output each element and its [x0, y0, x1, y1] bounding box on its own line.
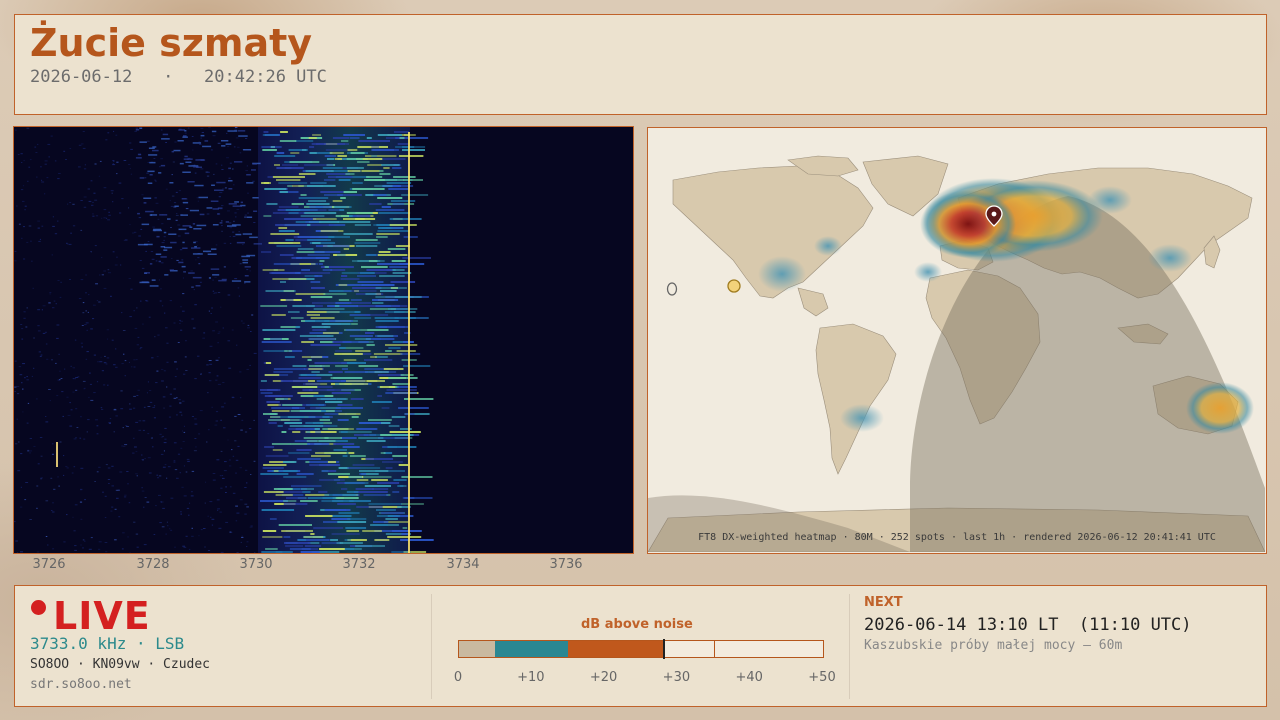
divider: [849, 594, 850, 699]
header-time: 20:42:26 UTC: [204, 67, 327, 87]
freq-tick: 3732: [342, 557, 376, 572]
db-peak-marker: [713, 641, 715, 657]
waterfall-canvas: [14, 127, 633, 553]
footer-panel: LIVE 3733.0 kHz · LSB SO8OO · KN09vw · C…: [14, 585, 1267, 707]
sun-icon: [727, 279, 741, 293]
moon-icon: [666, 282, 678, 296]
live-indicator-icon: [31, 600, 46, 615]
db-tick: +40: [735, 670, 763, 685]
db-tick: +20: [589, 670, 618, 685]
waterfall-display[interactable]: [13, 126, 634, 554]
site-link[interactable]: sdr.so8oo.net: [30, 677, 132, 692]
db-meter-segment: [568, 641, 663, 657]
db-tick: +10: [517, 670, 545, 685]
world-map: [648, 128, 1266, 553]
frequency-axis: 3726 3728 3730 3732 3734 3736: [13, 556, 634, 576]
live-label: LIVE: [53, 594, 151, 638]
next-description: Kaszubskie próby małej mocy — 60m: [864, 638, 1123, 653]
divider: [431, 594, 432, 699]
station-info: SO8OO · KN09vw · Czudec: [30, 657, 211, 672]
header-separator: ·: [163, 67, 174, 87]
freq-tick: 3734: [446, 557, 480, 572]
heatmap-panel: FT8 DX-weighted heatmap · 80M · 252 spot…: [647, 127, 1267, 554]
next-label: NEXT: [864, 595, 903, 610]
db-tick: +30: [662, 670, 691, 685]
header-datetime: 2026-06-12 · 20:42:26 UTC: [30, 67, 327, 87]
db-meter-segment: [495, 641, 569, 657]
header-panel: Żucie szmaty 2026-06-12 · 20:42:26 UTC: [14, 14, 1267, 115]
db-meter: [458, 639, 824, 659]
db-tick: 0: [453, 670, 463, 685]
page-title: Żucie szmaty: [30, 21, 313, 65]
db-meter-label: dB above noise: [581, 617, 693, 632]
freq-tick: 3730: [239, 557, 273, 572]
freq-tick: 3736: [549, 557, 583, 572]
freq-tick: 3726: [32, 557, 66, 572]
freq-tick: 3728: [136, 557, 170, 572]
map-caption: FT8 DX-weighted heatmap · 80M · 252 spot…: [698, 532, 1216, 543]
db-meter-segment: [459, 641, 496, 657]
db-current-marker: [662, 639, 665, 659]
next-time: 2026-06-14 13:10 LT (11:10 UTC): [864, 615, 1192, 635]
db-tick: +50: [808, 670, 836, 685]
frequency-mode: 3733.0 kHz · LSB: [30, 634, 185, 653]
header-date: 2026-06-12: [30, 67, 133, 87]
